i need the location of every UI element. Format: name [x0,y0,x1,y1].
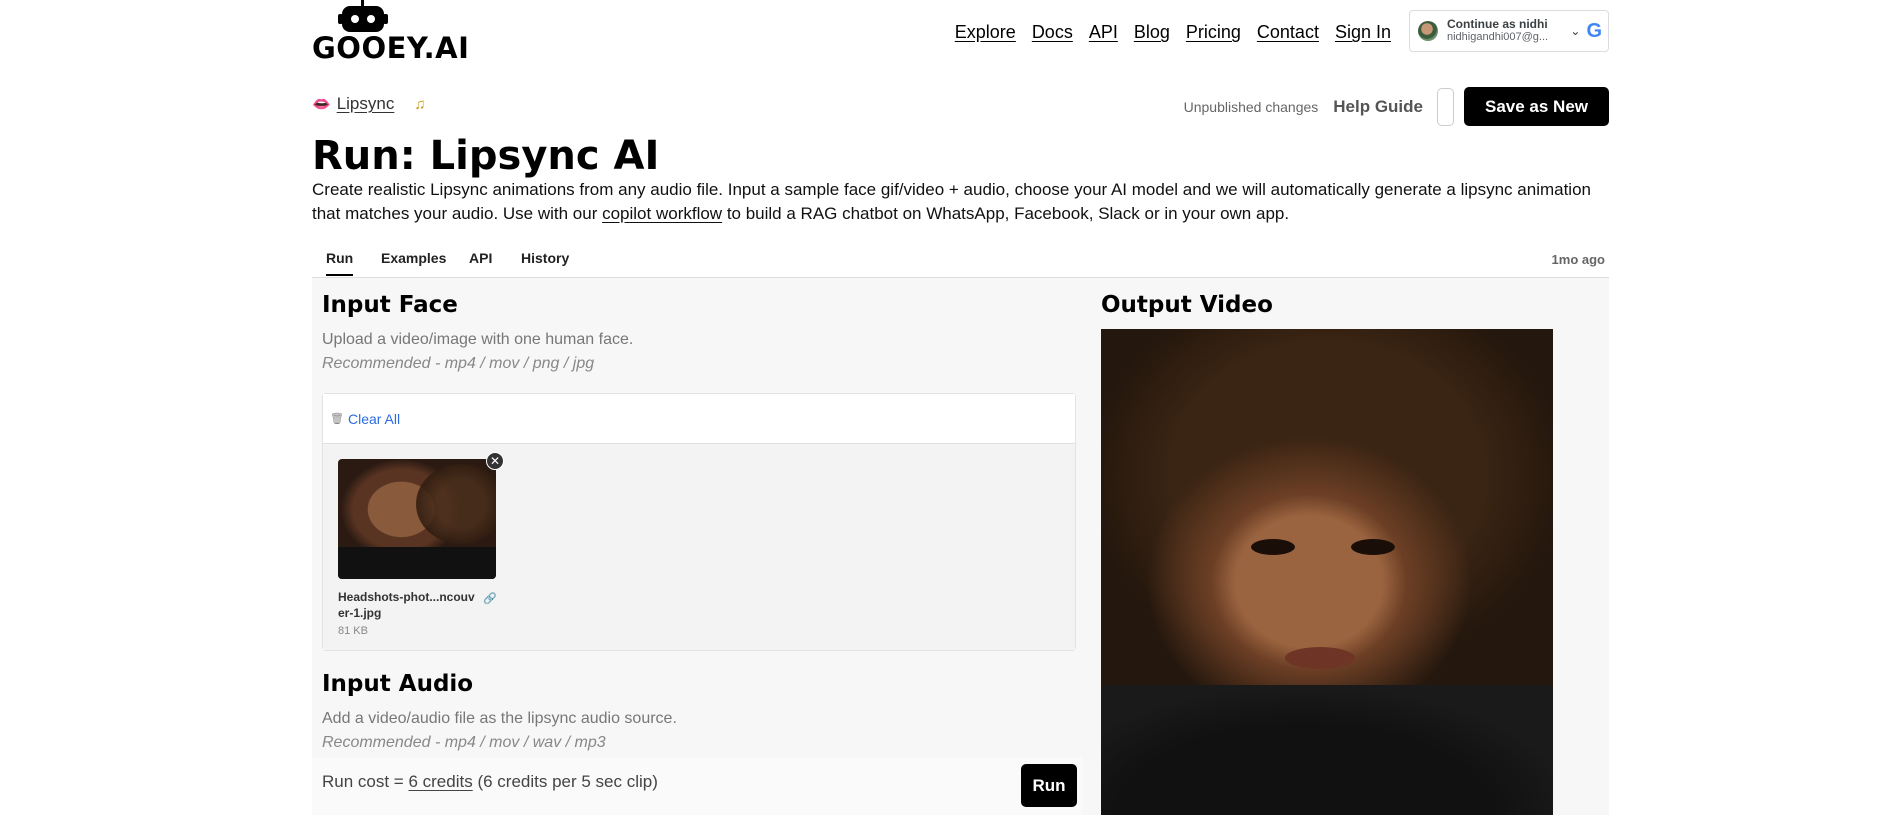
run-cost-prefix: Run cost = [322,772,409,791]
tab-run[interactable]: Run [326,250,354,276]
run-cost: Run cost = 6 credits (6 credits per 5 se… [322,772,658,792]
uploaded-image-thumbnail[interactable] [338,459,496,579]
avatar [1418,21,1438,41]
nav-blog[interactable]: Blog [1134,22,1170,43]
input-face-uploader[interactable]: 🗑 Clear All ✕ Headshots-phot...ncouver-1… [322,393,1076,651]
uploaded-files: ✕ Headshots-phot...ncouver-1.jpg 🔗 81 KB [323,444,1075,650]
brand-name: GOOEY.AI [312,31,470,65]
thumbnail-shirt [338,547,496,579]
emoji-icon: ♫ [414,95,426,113]
nav-sign-in[interactable]: Sign In [1335,22,1391,43]
page-description: Create realistic Lipsync animations from… [312,178,1609,226]
chevron-down-icon[interactable]: ⌄ [1570,24,1580,38]
nav-explore[interactable]: Explore [955,22,1016,43]
nav-docs[interactable]: Docs [1032,22,1073,43]
save-as-new-button[interactable]: Save as New [1464,87,1609,126]
input-face-hint: Upload a video/image with one human face… [322,328,633,376]
run-cost-suffix: (6 credits per 5 sec clip) [472,772,658,791]
top-nav: Explore Docs API Blog Pricing Contact Si… [955,22,1391,43]
thumbnail-hair [416,464,496,544]
google-account-email: nidhigandhi007@g... [1447,31,1549,43]
tab-bar: Run Examples API History 1mo ago [312,246,1609,278]
nav-api[interactable]: API [1089,22,1118,43]
lips-icon: 👄 [312,96,331,113]
tab-history[interactable]: History [521,250,569,266]
page-actions: Unpublished changes Help Guide Save as N… [1184,87,1609,126]
clear-all-button[interactable]: 🗑 Clear All [330,411,400,427]
google-logo-icon: G [1586,19,1602,42]
tab-api[interactable]: API [469,250,492,266]
credits-link[interactable]: 6 credits [408,772,472,791]
nav-pricing[interactable]: Pricing [1186,22,1241,43]
options-button[interactable] [1437,87,1454,126]
google-account-title: Continue as nidhi [1447,18,1548,31]
input-face-heading: Input Face [322,292,458,318]
output-video-player[interactable] [1101,329,1553,815]
output-video-eye-left [1251,539,1295,555]
output-video-heading: Output Video [1101,292,1273,318]
input-audio-hint: Add a video/audio file as the lipsync au… [322,707,677,755]
tab-examples[interactable]: Examples [381,250,446,266]
input-face-hint-text: Upload a video/image with one human face… [322,331,634,348]
clear-all-label: Clear All [347,410,401,427]
gooey-logo[interactable]: GOOEY.AI [312,0,469,66]
file-size: 81 KB [338,625,368,637]
run-bar: Run cost = 6 credits (6 credits per 5 se… [312,757,1082,815]
remove-file-icon[interactable]: ✕ [486,452,504,470]
help-guide-button[interactable]: Help Guide [1333,97,1423,117]
trash-icon: 🗑 [330,413,344,425]
input-audio-formats: Recommended - mp4 / mov / wav / mp3 [322,734,606,751]
google-account-info: Continue as nidhi nidhigandhi007@g... [1447,18,1568,44]
input-audio-hint-text: Add a video/audio file as the lipsync au… [322,710,677,727]
breadcrumb: 👄 Lipsync ♫ [312,94,426,114]
google-continue-button[interactable]: Continue as nidhi nidhigandhi007@g... ⌄ … [1409,10,1609,52]
output-video-lips [1285,647,1355,669]
last-run-time: 1mo ago [1551,252,1605,267]
uploader-header: 🗑 Clear All [323,394,1075,444]
file-name: Headshots-phot...ncouver-1.jpg [338,590,475,620]
input-audio-heading: Input Audio [322,671,474,697]
unpublished-status: Unpublished changes [1183,98,1319,115]
robot-icon [338,0,388,32]
description-text-end: to build a RAG chatbot on WhatsApp, Face… [722,204,1290,223]
nav-contact[interactable]: Contact [1257,22,1319,43]
input-face-formats: Recommended - mp4 / mov / png / jpg [322,355,595,372]
link-icon[interactable]: 🔗 [483,592,497,605]
output-video-eye-right [1351,539,1395,555]
page: GOOEY.AI Explore Docs API Blog Pricing C… [312,0,1609,815]
run-panel: Input Face Upload a video/image with one… [312,278,1609,815]
copilot-workflow-link[interactable]: copilot workflow [602,204,722,223]
output-video-shirt [1101,685,1553,815]
run-button[interactable]: Run [1021,764,1077,807]
breadcrumb-lipsync-link[interactable]: Lipsync [337,94,395,114]
page-title: Run: Lipsync AI [312,133,660,179]
